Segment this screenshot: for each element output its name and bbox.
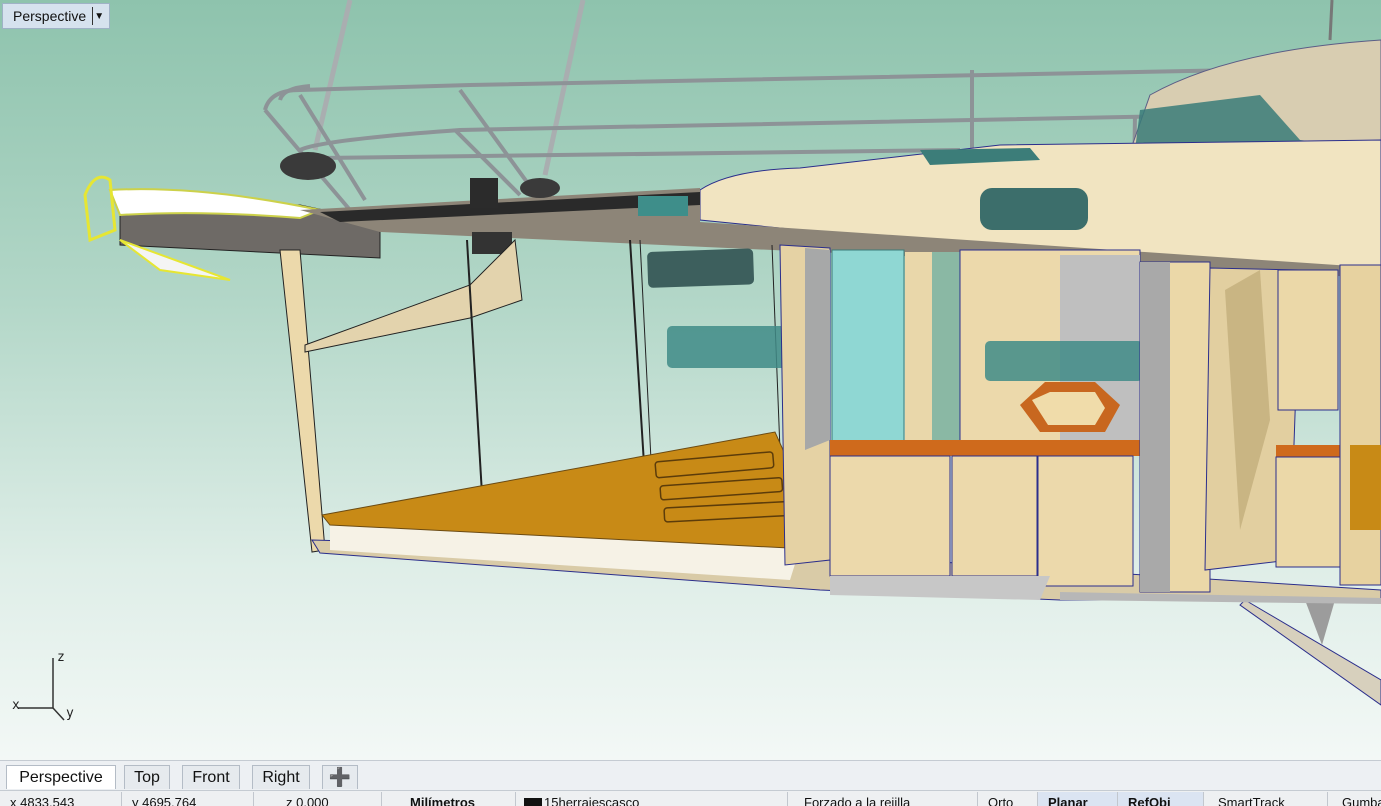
current-layer[interactable]: 15herrajescasco (516, 792, 788, 806)
units-display[interactable]: Milímetros (382, 792, 516, 806)
viewport-title-button[interactable]: Perspective ▼ (2, 3, 111, 29)
viewport-title: Perspective (13, 8, 87, 24)
plus-icon: ➕ (328, 767, 352, 787)
tab-right[interactable]: Right (252, 765, 310, 789)
osnap-toggle[interactable]: RefObj (1118, 792, 1204, 806)
boat-model[interactable] (0, 0, 1381, 760)
grid-snap-toggle[interactable]: Forzado a la rejilla (788, 792, 978, 806)
tab-label: Right (262, 768, 300, 786)
layer-name: 15herrajescasco (544, 795, 640, 806)
tab-label: Perspective (19, 768, 103, 786)
planar-toggle[interactable]: Planar (1038, 792, 1118, 806)
x-coordinate: x 4833.543 (0, 792, 122, 806)
x-axis-label: x (12, 698, 20, 713)
status-bar: x 4833.543 y 4695.764 z 0.000 Milímetros… (0, 790, 1381, 806)
tab-label: Front (192, 768, 230, 786)
perspective-viewport[interactable]: Perspective ▼ z x y (0, 0, 1381, 760)
tab-perspective[interactable]: Perspective (6, 765, 116, 789)
z-axis-label: z (57, 650, 65, 665)
smarttrack-toggle[interactable]: SmartTrack (1204, 792, 1328, 806)
z-coordinate: z 0.000 (254, 792, 382, 806)
triangle-down-icon[interactable]: ▼ (92, 7, 105, 25)
tab-top[interactable]: Top (124, 765, 170, 789)
gumball-toggle[interactable]: Gumball (1328, 792, 1381, 806)
tab-front[interactable]: Front (182, 765, 240, 789)
viewport-tabs: Perspective Top Front Right ➕ (0, 760, 1381, 790)
ortho-toggle[interactable]: Orto (978, 792, 1038, 806)
add-viewport-tab-button[interactable]: ➕ (322, 765, 358, 789)
y-coordinate: y 4695.764 (122, 792, 254, 806)
tab-label: Top (134, 768, 160, 786)
y-axis-label: y (66, 706, 74, 721)
